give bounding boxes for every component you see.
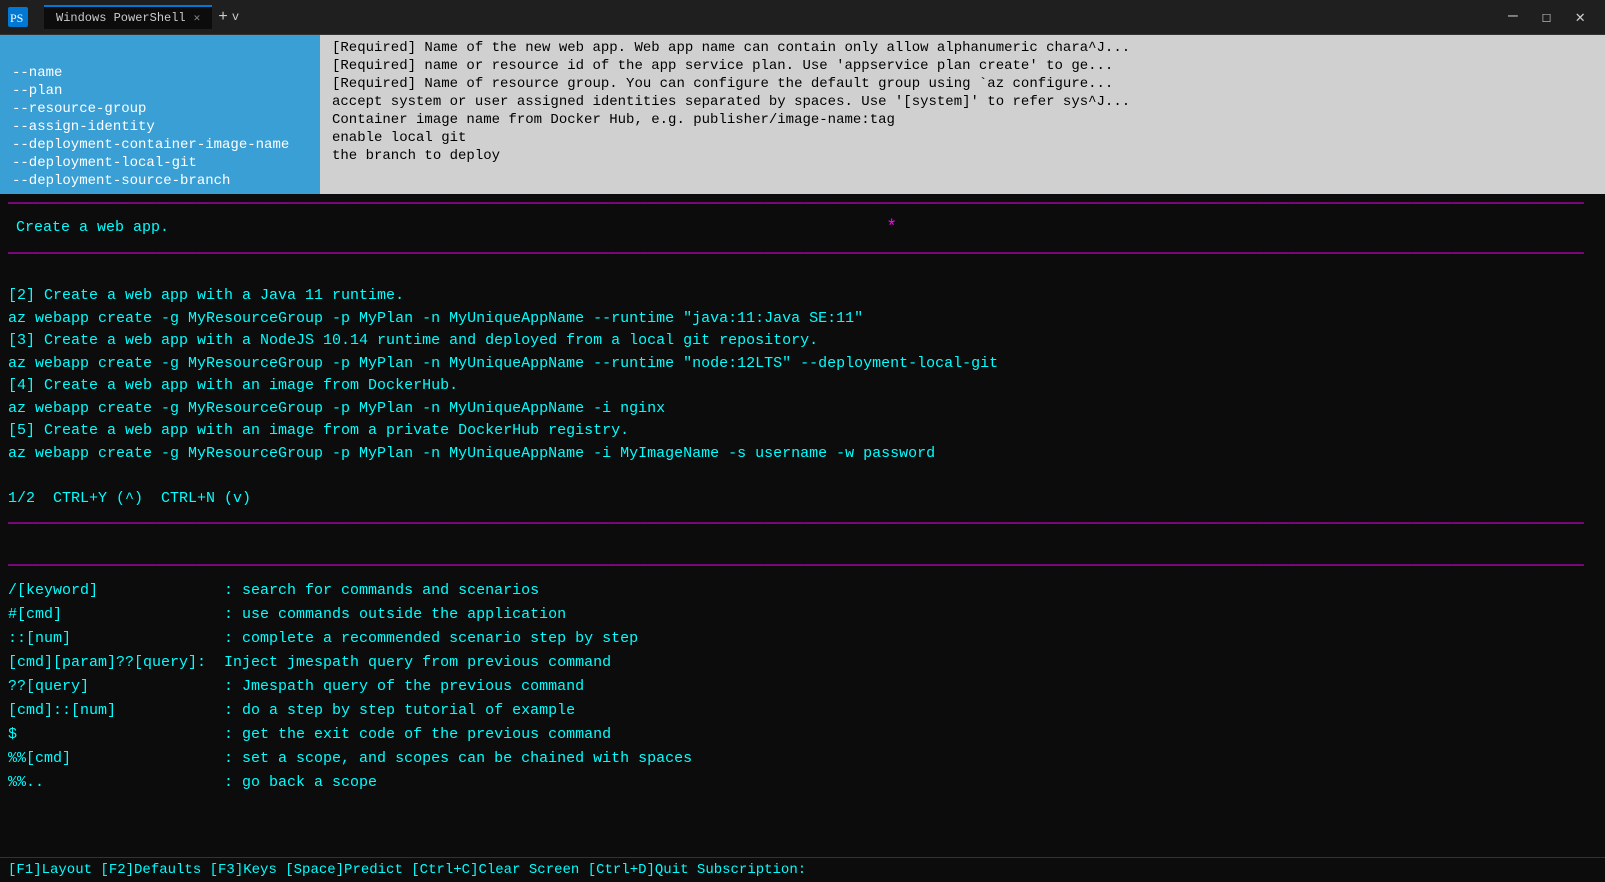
term-line-blank1 [0,263,1605,286]
prompt-line: az>> webapp create [8,39,312,64]
help-section: /[keyword] : search for commands and sce… [0,575,1605,799]
cmd-deployment-container: --deployment-container-image-name [8,136,312,154]
tabs-container: Windows PowerShell ✕ + v [44,5,239,29]
separator-line-4: ────────────────────────────────────────… [0,556,1605,575]
separator-line-2: ────────────────────────────────────────… [0,244,1605,263]
maximize-button[interactable]: ☐ [1530,3,1564,31]
minimize-button[interactable]: — [1496,3,1530,31]
create-heading: Create a web app. [8,217,886,240]
cmd-deployment-source-branch: --deployment-source-branch [8,172,312,190]
svg-text:PS: PS [10,11,23,25]
desc-resource-group: [Required] Name of resource group. You c… [328,75,1597,93]
help-inject: [cmd][param]??[query]: Inject jmespath q… [0,651,1605,675]
close-button[interactable]: ✕ [1563,3,1597,31]
titlebar: PS Windows PowerShell ✕ + v — ☐ ✕ [0,0,1605,35]
status-bar: [F1]Layout [F2]Defaults [F3]Keys [Space]… [0,857,1605,882]
help-cmd: #[cmd] : use commands outside the applic… [0,603,1605,627]
new-tab-button[interactable]: + [218,8,228,26]
cmd-deployment-local-git: --deployment-local-git [8,154,312,172]
help-exit: $ : get the exit code of the previous co… [0,723,1605,747]
term-line-4: [4] Create a web app with an image from … [0,375,1605,398]
term-line-node: az webapp create -g MyResourceGroup -p M… [0,353,1605,376]
cmd-assign-identity: --assign-identity [8,118,312,136]
help-query: ??[query] : Jmespath query of the previo… [0,675,1605,699]
desc-deployment-container: Container image name from Docker Hub, e.… [328,111,1597,129]
term-line-java: az webapp create -g MyResourceGroup -p M… [0,308,1605,331]
help-back: %%.. : go back a scope [0,771,1605,795]
autocomplete-panel: az>> webapp create --name --plan --resou… [0,35,1605,194]
desc-deployment-source-branch: the branch to deploy [328,147,1597,165]
star-symbol: * [886,218,897,238]
separator-line-1: ────────────────────────────────────────… [0,194,1605,213]
term-line-5: [5] Create a web app with an image from … [0,420,1605,443]
desc-plan: [Required] name or resource id of the ap… [328,57,1597,75]
window-controls: — ☐ ✕ [1496,3,1597,31]
cmd-plan: --plan [8,82,312,100]
term-line-private: az webapp create -g MyResourceGroup -p M… [0,443,1605,466]
active-tab[interactable]: Windows PowerShell ✕ [44,5,212,29]
cmd-name: --name [8,64,312,82]
term-line-3: [3] Create a web app with a NodeJS 10.14… [0,330,1605,353]
term-line-blank3 [0,533,1605,556]
help-num: ::[num] : complete a recommended scenari… [0,627,1605,651]
terminal: az>> webapp create --name --plan --resou… [0,35,1605,882]
term-line-docker: az webapp create -g MyResourceGroup -p M… [0,398,1605,421]
tab-dropdown-button[interactable]: v [232,10,239,24]
term-line-nav: 1/2 CTRL+Y (^) CTRL+N (v) [0,488,1605,511]
desc-deployment-local-git: enable local git [328,129,1597,147]
help-tutorial: [cmd]::[num] : do a step by step tutoria… [0,699,1605,723]
help-keyword: /[keyword] : search for commands and sce… [0,579,1605,603]
term-line-2: [2] Create a web app with a Java 11 runt… [0,285,1605,308]
create-heading-row: Create a web app. * [0,213,1605,244]
cmd-resource-group: --resource-group [8,100,312,118]
tab-close-button[interactable]: ✕ [194,11,201,25]
term-line-blank2 [0,465,1605,488]
separator-line-3: ────────────────────────────────────────… [0,514,1605,533]
autocomplete-descriptions: [Required] Name of the new web app. Web … [320,35,1605,194]
autocomplete-commands: az>> webapp create --name --plan --resou… [0,35,320,194]
app-icon: PS [8,7,28,27]
desc-name: [Required] Name of the new web app. Web … [328,39,1597,57]
help-scope: %%[cmd] : set a scope, and scopes can be… [0,747,1605,771]
desc-assign-identity: accept system or user assigned identitie… [328,93,1597,111]
tab-label: Windows PowerShell [56,11,186,25]
